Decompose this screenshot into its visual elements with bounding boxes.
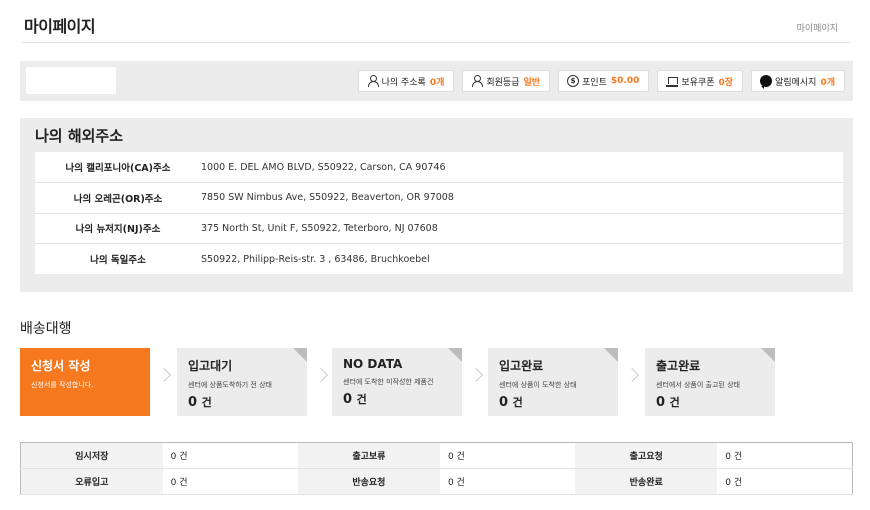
member-grade-button[interactable]: 회원등급 일반	[462, 70, 551, 92]
status-label: 반송완료	[575, 468, 718, 495]
address-value: 7850 SW Nimbus Ave, S50922, Beaverton, O…	[201, 192, 454, 204]
coupon-label: 보유쿠폰	[681, 77, 715, 88]
step-desc: 센터에 상품도착하기 전 상태	[188, 381, 272, 389]
step-title: 입고대기	[188, 359, 233, 373]
step-count: 0 건	[499, 395, 523, 410]
step-count: 0 건	[656, 395, 680, 410]
page-title: 마이페이지	[24, 17, 96, 36]
step-awaiting-receipt[interactable]: 입고대기 센터에 상품도착하기 전 상태 0 건	[177, 348, 307, 416]
corner-fold	[761, 348, 775, 362]
step-title: 입고완료	[499, 359, 544, 373]
status-value[interactable]: 0 건	[162, 468, 298, 495]
step-count: 0 건	[188, 395, 212, 410]
step-application[interactable]: 신청서 작성 신청서를 작성합니다.	[20, 348, 150, 416]
profile-box	[26, 67, 116, 94]
table-row: 나의 캘리포니아(CA)주소 1000 E. DEL AMO BLVD, S50…	[35, 152, 843, 183]
status-value[interactable]: 0 건	[162, 442, 298, 469]
chat-icon	[760, 75, 773, 89]
coin-icon: $	[567, 75, 580, 87]
address-label: 나의 뉴저지(NJ)주소	[75, 224, 161, 236]
user-icon	[367, 75, 379, 87]
shipping-title: 배송대행	[20, 321, 72, 337]
coupon-icon	[666, 75, 679, 87]
status-label: 반송요청	[297, 468, 440, 495]
corner-fold	[448, 348, 462, 362]
status-value[interactable]: 0 건	[439, 442, 576, 469]
address-book-button[interactable]: 나의 주소록 0개	[357, 70, 455, 92]
messages-label: 알림메시지	[775, 77, 817, 88]
chevron-right-icon	[156, 367, 172, 383]
status-label: 오류입고	[20, 468, 163, 495]
table-row: 나의 뉴저지(NJ)주소 375 North St, Unit F, S5092…	[35, 213, 843, 244]
messages-button[interactable]: 알림메시지 0개	[751, 70, 845, 92]
member-grade-value: 일반	[523, 77, 541, 88]
status-label: 출고요청	[575, 442, 718, 469]
shipping-status-table: 임시저장 0 건 출고보류 0 건 출고요청 0 건 오류입고 0 건 반송요청…	[20, 442, 853, 495]
table-row: 임시저장 0 건 출고보류 0 건 출고요청 0 건	[20, 442, 853, 469]
chevron-right-icon	[313, 367, 329, 383]
table-row: 오류입고 0 건 반송요청 0 건 반송완료 0 건	[20, 468, 853, 495]
step-title: 신청서 작성	[31, 359, 91, 373]
chevron-right-icon	[468, 367, 484, 383]
step-count: 0 건	[343, 392, 367, 407]
coupon-count: 0장	[718, 77, 734, 88]
overseas-address-title: 나의 해외주소	[35, 127, 124, 145]
address-label: 나의 독일주소	[90, 255, 146, 266]
status-value[interactable]: 0 건	[717, 468, 853, 495]
address-book-label: 나의 주소록	[381, 77, 426, 88]
points-button[interactable]: $ 포인트 $0.00	[558, 70, 650, 92]
status-label: 임시저장	[20, 442, 163, 469]
address-value: S50922, Philipp-Reis-str. 3 , 63486, Bru…	[201, 253, 430, 265]
step-desc: 센터에 도착한 미작성한 제품건	[343, 378, 434, 386]
title-divider	[22, 42, 850, 43]
step-title: 출고완료	[656, 359, 701, 373]
address-label: 나의 캘리포니아(CA)주소	[65, 163, 171, 174]
step-title: NO DATA	[343, 357, 403, 371]
overseas-address-table: 나의 캘리포니아(CA)주소 1000 E. DEL AMO BLVD, S50…	[35, 152, 843, 274]
member-grade-label: 회원등급	[486, 77, 520, 88]
corner-fold	[293, 348, 307, 362]
summary-bar: 나의 주소록 0개 회원등급 일반 $ 포인트 $0.00 보유쿠폰 0장 알림…	[20, 61, 853, 101]
points-label: 포인트	[582, 77, 607, 88]
address-book-count: 0개	[429, 77, 445, 88]
status-label: 출고보류	[297, 442, 440, 469]
step-desc: 센터에서 상품이 출고된 상태	[656, 381, 740, 389]
step-no-data[interactable]: NO DATA 센터에 도착한 미작성한 제품건 0 건	[332, 348, 462, 416]
chevron-right-icon	[624, 367, 640, 383]
points-value: $0.00	[610, 76, 640, 86]
breadcrumb[interactable]: 마이페이지	[797, 21, 838, 34]
table-row: 나의 오레곤(OR)주소 7850 SW Nimbus Ave, S50922,…	[35, 183, 843, 213]
step-desc: 센터에 상품이 도착한 상태	[499, 381, 577, 389]
table-row: 나의 독일주소 S50922, Philipp-Reis-str. 3 , 63…	[35, 244, 843, 275]
messages-count: 0개	[820, 77, 835, 88]
overseas-address-panel: 나의 해외주소 나의 캘리포니아(CA)주소 1000 E. DEL AMO B…	[20, 118, 853, 292]
status-value[interactable]: 0 건	[717, 442, 853, 469]
status-value[interactable]: 0 건	[439, 468, 576, 495]
corner-fold	[604, 348, 618, 362]
user-grade-icon	[471, 75, 484, 87]
step-shipped[interactable]: 출고완료 센터에서 상품이 출고된 상태 0 건	[645, 348, 775, 416]
address-value: 1000 E. DEL AMO BLVD, S50922, Carson, CA…	[201, 161, 446, 173]
address-label: 나의 오레곤(OR)주소	[73, 193, 163, 205]
address-value: 375 North St, Unit F, S50922, Teterboro,…	[201, 222, 438, 234]
step-received[interactable]: 입고완료 센터에 상품이 도착한 상태 0 건	[488, 348, 618, 416]
step-desc: 신청서를 작성합니다.	[31, 381, 94, 389]
coupon-button[interactable]: 보유쿠폰 0장	[657, 70, 744, 92]
